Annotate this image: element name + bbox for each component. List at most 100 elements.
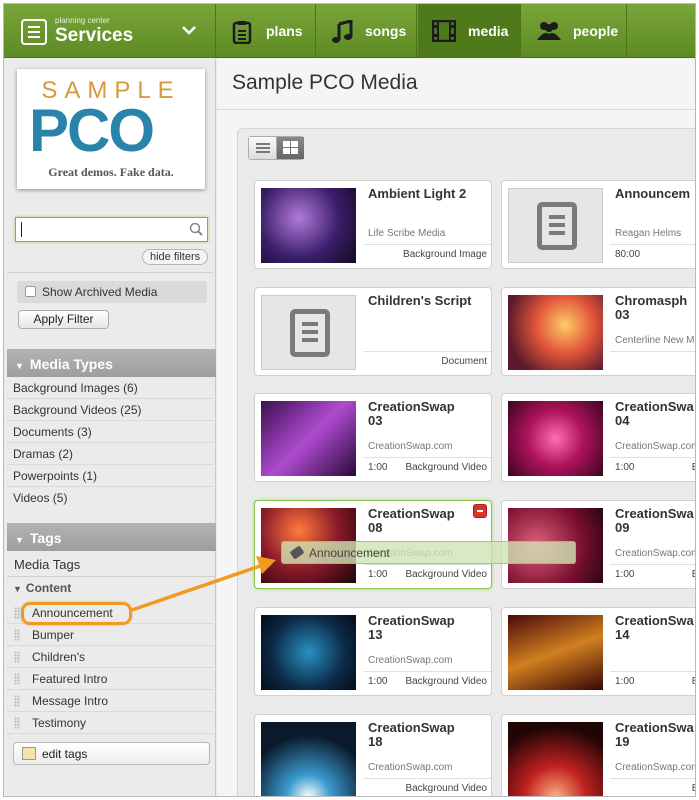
media-card[interactable]: Chromasph 03Centerline New MBackgro [501, 287, 695, 376]
divider [363, 778, 491, 779]
drag-handle-icon[interactable] [14, 673, 20, 685]
media-type-item[interactable]: Powerpoints (1) [7, 465, 216, 487]
drag-handle-icon[interactable] [14, 607, 20, 619]
tab-plans[interactable]: plans [217, 4, 316, 58]
main-content: Sample PCO Media Ambient Light 2 Life Scr… [217, 59, 696, 796]
media-card[interactable]: CreationSwap 13 CreationSwap.com 1:00 Backg… [254, 607, 492, 696]
tab-songs-label: songs [365, 23, 407, 39]
media-thumbnail[interactable] [261, 295, 356, 370]
list-view-icon[interactable] [249, 137, 277, 159]
tag-label: Featured Intro [32, 672, 108, 686]
media-thumbnail[interactable] [261, 401, 356, 476]
drag-handle-icon[interactable] [14, 695, 20, 707]
grid-view-icon[interactable] [277, 137, 304, 159]
divider [610, 778, 695, 779]
tab-plans-label: plans [266, 23, 303, 39]
media-types-header[interactable]: ▼ Media Types [7, 349, 216, 377]
divider [610, 564, 695, 565]
drag-handle-icon[interactable] [14, 651, 20, 663]
hide-filters-button[interactable]: hide filters [142, 249, 209, 265]
tab-media[interactable]: media [418, 4, 521, 58]
media-tags-label: Media Tags [7, 553, 216, 577]
text-cursor [21, 222, 22, 237]
media-type-item[interactable]: Documents (3) [7, 421, 216, 443]
tag-item-bumper[interactable]: Bumper [7, 624, 216, 646]
services-logo-icon [21, 19, 47, 45]
media-type-item[interactable]: Background Images (6) [7, 377, 216, 399]
remove-tag-icon[interactable] [473, 504, 487, 518]
media-type-item[interactable]: Dramas (2) [7, 443, 216, 465]
drag-chip-label: Announcement [309, 546, 390, 560]
media-duration: 1:00 [368, 462, 388, 473]
divider [610, 244, 695, 245]
tag-item-message-intro[interactable]: Message Intro [7, 690, 216, 712]
drag-handle-icon[interactable] [14, 717, 20, 729]
apply-filter-button[interactable]: Apply Filter [18, 310, 109, 329]
media-card[interactable]: CreationSwa 14 1:00 Backgrou [501, 607, 695, 696]
tag-label: Testimony [32, 716, 87, 730]
show-archived-checkbox[interactable] [25, 286, 36, 297]
divider [7, 272, 213, 273]
media-name: CreationSwa 19 [615, 720, 694, 749]
tag-label: Message Intro [32, 694, 109, 708]
media-thumbnail[interactable] [508, 401, 603, 476]
divider [610, 457, 695, 458]
media-source: CreationSwap.com [368, 441, 453, 452]
media-card[interactable]: Children's Script Document [254, 287, 492, 376]
tab-people[interactable]: people [522, 4, 627, 58]
tag-item-testimony[interactable]: Testimony [7, 712, 216, 734]
sidebar: SAMPLE PCO Great demos. Fake data. hide … [4, 59, 216, 796]
media-card[interactable]: CreationSwap 03 CreationSwap.com 1:00 Backg… [254, 393, 492, 482]
media-thumbnail[interactable] [261, 615, 356, 690]
search-input[interactable] [15, 217, 208, 242]
media-name: CreationSwa 14 [615, 613, 694, 642]
media-card[interactable]: CreationSwap 18 CreationSwap.com Backgroun… [254, 714, 492, 796]
media-source: CreationSwap.com [368, 762, 453, 773]
brand-title: Services [55, 25, 134, 46]
media-source: Life Scribe Media [368, 228, 446, 239]
search-icon[interactable] [189, 222, 203, 236]
drag-handle-icon[interactable] [14, 629, 20, 641]
show-archived-toggle[interactable]: Show Archived Media [17, 281, 207, 303]
media-card[interactable]: CreationSwa 04 CreationSwap.com 1:00 Backgr… [501, 393, 696, 482]
media-name: CreationSwa 04 [615, 399, 694, 428]
media-thumbnail[interactable] [508, 188, 603, 263]
edit-tags-button[interactable]: edit tags [13, 742, 210, 765]
media-source: CreationSwap.com [615, 441, 696, 452]
media-name: CreationSwa 09 [615, 506, 694, 535]
media-type: Background Video [405, 676, 487, 687]
tab-songs[interactable]: songs [317, 4, 417, 58]
people-icon [536, 20, 561, 42]
app-switcher[interactable]: planning center Services [4, 4, 216, 58]
media-type: Document [441, 356, 487, 367]
media-duration: 1:00 [368, 676, 388, 687]
brand-subtitle: planning center [55, 16, 110, 25]
media-type-item[interactable]: Background Videos (25) [7, 399, 216, 421]
media-card[interactable]: Announcem Reagan Helms 80:00 [501, 180, 695, 269]
content-group-label[interactable]: ▼ Content [13, 581, 71, 595]
media-card[interactable]: CreationSwa 19 CreationSwap.com Backgrou [501, 714, 695, 796]
media-card[interactable]: Ambient Light 2 Life Scribe Media Backgrou… [254, 180, 492, 269]
media-name: Announcem [615, 186, 691, 201]
media-type: Background Image [403, 249, 487, 260]
tag-item-featured-intro[interactable]: Featured Intro [7, 668, 216, 690]
media-thumbnail[interactable] [261, 722, 356, 796]
chevron-down-icon[interactable] [182, 22, 196, 39]
media-type: Backgrou [692, 569, 695, 580]
divider [363, 457, 491, 458]
media-thumbnail[interactable] [261, 188, 356, 263]
media-name: Ambient Light 2 [368, 186, 467, 201]
collapse-triangle-icon: ▼ [15, 535, 24, 545]
media-thumbnail[interactable] [508, 295, 603, 370]
media-duration: 1:00 [615, 462, 635, 473]
media-duration: 1:00 [368, 569, 388, 580]
tag-item-childrens[interactable]: Children's [7, 646, 216, 668]
divider [363, 351, 491, 352]
media-type-item[interactable]: Videos (5) [7, 487, 216, 509]
tags-header[interactable]: ▼ Tags [7, 523, 216, 551]
media-thumbnail[interactable] [508, 722, 603, 796]
media-type: Background Video [405, 569, 487, 580]
media-thumbnail[interactable] [508, 615, 603, 690]
tags-title: Tags [29, 530, 62, 546]
music-note-icon [331, 19, 355, 43]
